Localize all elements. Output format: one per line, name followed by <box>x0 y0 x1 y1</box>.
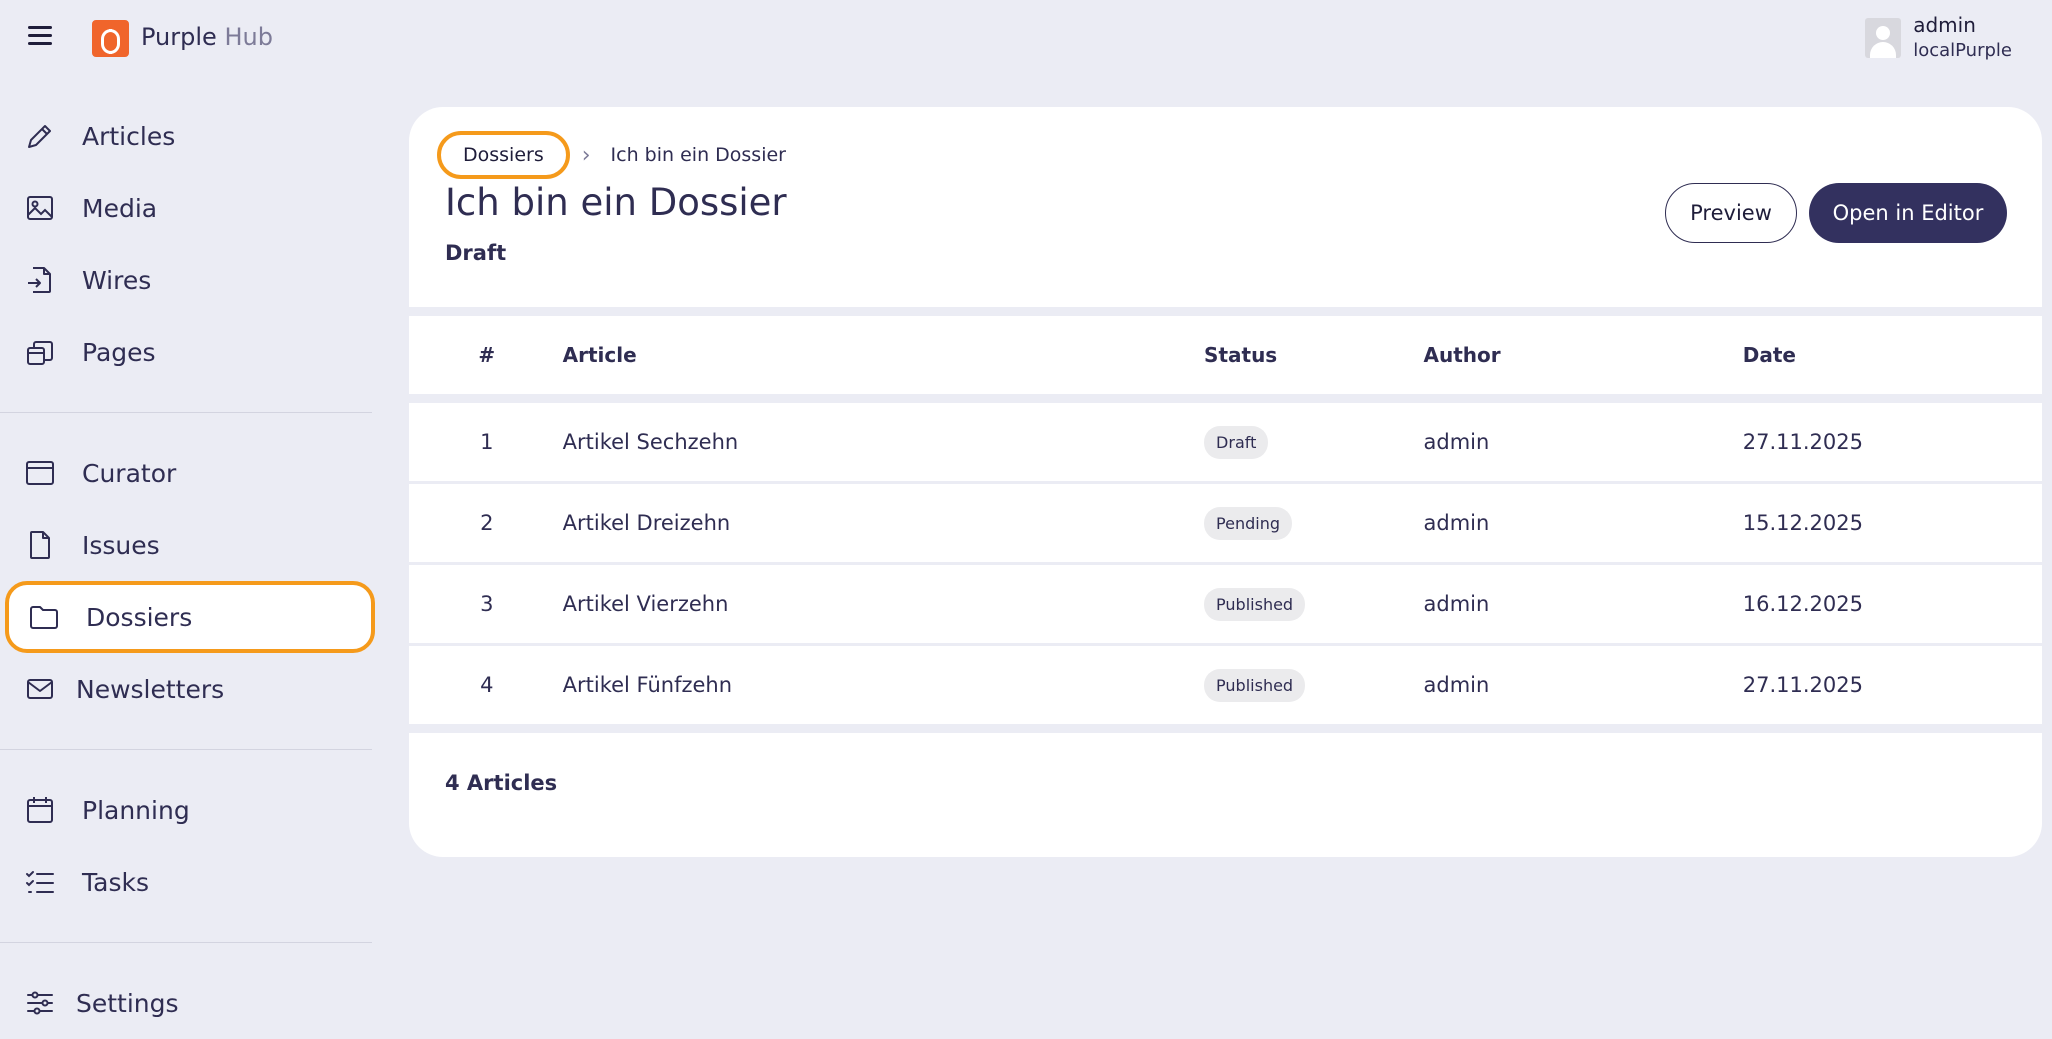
sidebar-item-pages[interactable]: Pages <box>0 316 372 388</box>
sidebar-item-label: Issues <box>82 530 160 560</box>
user-name: admin <box>1913 13 1976 37</box>
column-header-article: Article <box>562 343 637 367</box>
avatar <box>1865 18 1902 58</box>
page-title: Ich bin ein Dossier <box>445 181 787 224</box>
dossier-header: Dossiers › Ich bin ein Dossier Ich bin e… <box>409 107 2042 307</box>
sidebar-item-label: Newsletters <box>76 674 225 704</box>
file-import-icon <box>24 264 56 296</box>
table-row[interactable]: 4 Artikel Fünfzehn Published admin 27.11… <box>409 646 2042 724</box>
sidebar-item-articles[interactable]: Articles <box>0 100 372 172</box>
sidebar-item-label: Planning <box>82 795 190 825</box>
sidebar-item-media[interactable]: Media <box>0 172 372 244</box>
sidebar-item-label: Wires <box>82 265 152 295</box>
column-header-number: # <box>478 343 496 367</box>
table-row[interactable]: 2 Artikel Dreizehn Pending admin 15.12.2… <box>409 484 2042 562</box>
row-number: 4 <box>480 673 494 697</box>
sidebar-item-settings[interactable]: Settings <box>0 967 372 1039</box>
row-number: 2 <box>480 511 494 535</box>
row-article[interactable]: Artikel Vierzehn <box>563 592 1204 616</box>
sidebar-item-label: Media <box>82 193 158 223</box>
sidebar-item-curator[interactable]: Curator <box>0 437 372 509</box>
row-article[interactable]: Artikel Dreizehn <box>563 511 1204 535</box>
open-in-editor-button[interactable]: Open in Editor <box>1809 183 2007 243</box>
column-header-author: Author <box>1423 343 1501 367</box>
sidebar-item-label: Tasks <box>82 867 149 897</box>
row-number: 1 <box>480 430 494 454</box>
sidebar-item-label: Pages <box>82 337 156 367</box>
checklist-icon <box>24 866 56 898</box>
sidebar-item-label: Settings <box>76 988 179 1018</box>
row-date: 27.11.2025 <box>1742 673 1863 697</box>
table-row[interactable]: 1 Artikel Sechzehn Draft admin 27.11.202… <box>409 403 2042 481</box>
app-brand: Purple Hub <box>141 23 273 51</box>
sidebar-item-newsletters[interactable]: Newsletters <box>0 653 372 725</box>
status-badge: Published <box>1204 668 1306 702</box>
breadcrumb: Dossiers › Ich bin ein Dossier <box>437 131 786 179</box>
sidebar-item-dossiers[interactable]: Dossiers <box>5 581 375 653</box>
table-header: # Article Status Author Date <box>409 316 2042 394</box>
sidebar: Articles Media Wires Pages Curator Issue… <box>0 100 375 1039</box>
breadcrumb-current: Ich bin ein Dossier <box>610 144 786 166</box>
sidebar-divider <box>0 412 372 413</box>
envelope-icon <box>24 673 56 705</box>
pencil-icon <box>24 120 56 152</box>
document-icon <box>24 529 56 561</box>
row-date: 15.12.2025 <box>1742 511 1863 535</box>
row-article[interactable]: Artikel Sechzehn <box>563 430 1204 454</box>
pages-icon <box>24 336 56 368</box>
separator <box>409 394 2042 403</box>
row-author: admin <box>1423 673 1490 697</box>
separator <box>409 724 2042 733</box>
brand-primary: Purple <box>141 23 217 51</box>
sidebar-item-tasks[interactable]: Tasks <box>0 846 372 918</box>
chevron-right-icon: › <box>581 142 591 168</box>
status-badge: Published <box>1204 587 1306 621</box>
row-number: 3 <box>480 592 494 616</box>
row-date: 27.11.2025 <box>1742 430 1863 454</box>
status-badge: Pending <box>1204 506 1293 540</box>
sidebar-item-label: Curator <box>82 458 177 488</box>
breadcrumb-dossiers-link[interactable]: Dossiers <box>437 131 570 179</box>
row-author: admin <box>1423 592 1490 616</box>
calendar-icon <box>24 794 56 826</box>
user-menu[interactable]: admin localPurple <box>1865 12 2012 64</box>
row-article[interactable]: Artikel Fünfzehn <box>563 673 1204 697</box>
separator <box>409 307 2042 316</box>
preview-button[interactable]: Preview <box>1665 183 1797 243</box>
sidebar-divider <box>0 749 372 750</box>
purple-hub-logo <box>92 20 129 57</box>
article-count: 4 Articles <box>445 771 558 795</box>
menu-icon[interactable] <box>28 26 52 50</box>
sidebar-divider <box>0 942 372 943</box>
brand-secondary: Hub <box>224 23 273 51</box>
dossier-status: Draft <box>445 241 507 265</box>
row-author: admin <box>1423 511 1490 535</box>
sidebar-item-wires[interactable]: Wires <box>0 244 372 316</box>
table-row[interactable]: 3 Artikel Vierzehn Published admin 16.12… <box>409 565 2042 643</box>
folder-icon <box>28 601 60 633</box>
row-author: admin <box>1423 430 1490 454</box>
status-badge: Draft <box>1204 425 1269 459</box>
sidebar-item-label: Articles <box>82 121 176 151</box>
sliders-icon <box>24 987 56 1019</box>
sidebar-item-planning[interactable]: Planning <box>0 774 372 846</box>
user-org: localPurple <box>1913 40 2012 61</box>
browser-window-icon <box>24 457 56 489</box>
row-date: 16.12.2025 <box>1742 592 1863 616</box>
dossier-card: Dossiers › Ich bin ein Dossier Ich bin e… <box>409 107 2042 857</box>
top-bar: Purple Hub admin localPurple <box>0 0 2052 78</box>
sidebar-item-label: Dossiers <box>86 602 193 632</box>
column-header-status: Status <box>1204 343 1278 367</box>
sidebar-item-issues[interactable]: Issues <box>0 509 372 581</box>
column-header-date: Date <box>1742 343 1796 367</box>
image-icon <box>24 192 56 224</box>
